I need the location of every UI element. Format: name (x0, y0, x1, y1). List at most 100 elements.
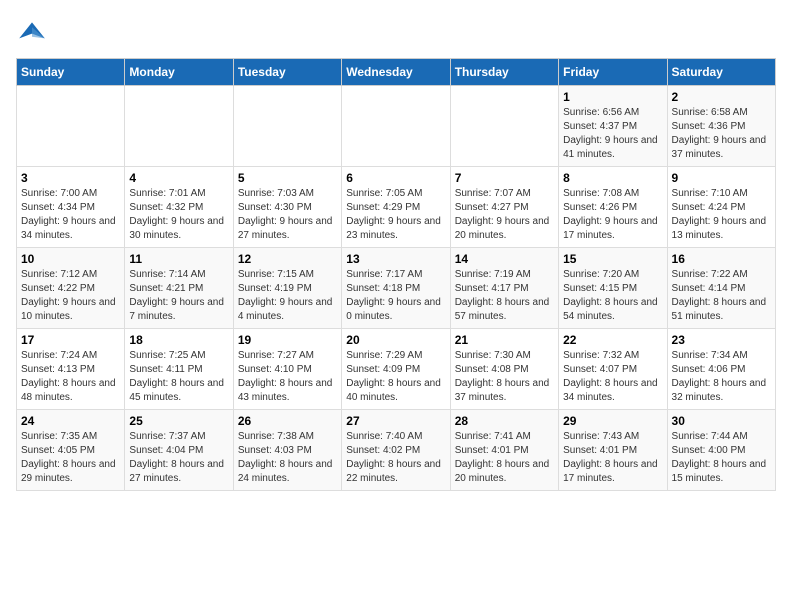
day-detail: Sunrise: 7:24 AM Sunset: 4:13 PM Dayligh… (21, 349, 120, 405)
day-number: 27 (346, 414, 445, 428)
calendar-cell: 23 Sunrise: 7:34 AM Sunset: 4:06 PM Dayli… (667, 329, 775, 410)
day-detail: Sunrise: 7:25 AM Sunset: 4:11 PM Dayligh… (129, 349, 228, 405)
day-detail: Sunrise: 7:03 AM Sunset: 4:30 PM Dayligh… (238, 187, 337, 243)
day-detail: Sunrise: 7:15 AM Sunset: 4:19 PM Dayligh… (238, 268, 337, 324)
day-number: 29 (563, 414, 662, 428)
day-number: 26 (238, 414, 337, 428)
day-detail: Sunrise: 7:43 AM Sunset: 4:01 PM Dayligh… (563, 430, 662, 486)
day-header-monday: Monday (125, 59, 233, 86)
calendar-cell: 8Sunrise: 7:08 AM Sunset: 4:26 PM Daylig… (559, 167, 667, 248)
week-row-3: 10 Sunrise: 7:12 AM Sunset: 4:22 PM Dayli… (17, 248, 776, 329)
day-number: 12 (238, 252, 337, 266)
week-row-4: 17 Sunrise: 7:24 AM Sunset: 4:13 PM Dayli… (17, 329, 776, 410)
calendar-cell: 15 Sunrise: 7:20 AM Sunset: 4:15 PM Dayli… (559, 248, 667, 329)
calendar-cell: 17 Sunrise: 7:24 AM Sunset: 4:13 PM Dayli… (17, 329, 125, 410)
calendar-cell: 24Sunrise: 7:35 AM Sunset: 4:05 PM Dayli… (17, 410, 125, 491)
calendar-cell: 26 Sunrise: 7:38 AM Sunset: 4:03 PM Dayli… (233, 410, 341, 491)
calendar-cell: 11Sunrise: 7:14 AM Sunset: 4:21 PM Dayli… (125, 248, 233, 329)
day-number: 23 (672, 333, 771, 347)
calendar-cell: 25 Sunrise: 7:37 AM Sunset: 4:04 PM Dayli… (125, 410, 233, 491)
calendar-cell: 29 Sunrise: 7:43 AM Sunset: 4:01 PM Dayli… (559, 410, 667, 491)
day-detail: Sunrise: 7:37 AM Sunset: 4:04 PM Dayligh… (129, 430, 228, 486)
day-number: 8 (563, 171, 662, 185)
day-detail: Sunrise: 7:29 AM Sunset: 4:09 PM Dayligh… (346, 349, 445, 405)
day-detail: Sunrise: 7:01 AM Sunset: 4:32 PM Dayligh… (129, 187, 228, 243)
calendar-cell: 6 Sunrise: 7:05 AM Sunset: 4:29 PM Daylig… (342, 167, 450, 248)
day-header-sunday: Sunday (17, 59, 125, 86)
day-detail: Sunrise: 7:22 AM Sunset: 4:14 PM Dayligh… (672, 268, 771, 324)
day-detail: Sunrise: 7:34 AM Sunset: 4:06 PM Dayligh… (672, 349, 771, 405)
week-row-5: 24Sunrise: 7:35 AM Sunset: 4:05 PM Dayli… (17, 410, 776, 491)
day-detail: Sunrise: 7:17 AM Sunset: 4:18 PM Dayligh… (346, 268, 445, 324)
day-number: 18 (129, 333, 228, 347)
header-row: SundayMondayTuesdayWednesdayThursdayFrid… (17, 59, 776, 86)
day-number: 10 (21, 252, 120, 266)
day-header-thursday: Thursday (450, 59, 558, 86)
day-detail: Sunrise: 7:10 AM Sunset: 4:24 PM Dayligh… (672, 187, 771, 243)
week-row-1: 1 Sunrise: 6:56 AM Sunset: 4:37 PM Daylig… (17, 86, 776, 167)
calendar-cell: 13 Sunrise: 7:17 AM Sunset: 4:18 PM Dayli… (342, 248, 450, 329)
calendar-cell: 18 Sunrise: 7:25 AM Sunset: 4:11 PM Dayli… (125, 329, 233, 410)
day-number: 3 (21, 171, 120, 185)
day-number: 25 (129, 414, 228, 428)
calendar-cell: 12 Sunrise: 7:15 AM Sunset: 4:19 PM Dayli… (233, 248, 341, 329)
calendar-cell: 14 Sunrise: 7:19 AM Sunset: 4:17 PM Dayli… (450, 248, 558, 329)
calendar-cell: 28 Sunrise: 7:41 AM Sunset: 4:01 PM Dayli… (450, 410, 558, 491)
day-number: 4 (129, 171, 228, 185)
calendar-cell (233, 86, 341, 167)
calendar-cell: 19 Sunrise: 7:27 AM Sunset: 4:10 PM Dayli… (233, 329, 341, 410)
day-detail: Sunrise: 7:20 AM Sunset: 4:15 PM Dayligh… (563, 268, 662, 324)
calendar-cell: 2Sunrise: 6:58 AM Sunset: 4:36 PM Daylig… (667, 86, 775, 167)
calendar-cell: 20 Sunrise: 7:29 AM Sunset: 4:09 PM Dayli… (342, 329, 450, 410)
logo-icon (16, 16, 48, 48)
day-header-wednesday: Wednesday (342, 59, 450, 86)
calendar-cell: 21 Sunrise: 7:30 AM Sunset: 4:08 PM Dayli… (450, 329, 558, 410)
day-number: 20 (346, 333, 445, 347)
day-number: 1 (563, 90, 662, 104)
day-number: 19 (238, 333, 337, 347)
calendar-cell: 30 Sunrise: 7:44 AM Sunset: 4:00 PM Dayli… (667, 410, 775, 491)
calendar-cell (450, 86, 558, 167)
day-detail: Sunrise: 7:27 AM Sunset: 4:10 PM Dayligh… (238, 349, 337, 405)
calendar-cell: 7 Sunrise: 7:07 AM Sunset: 4:27 PM Daylig… (450, 167, 558, 248)
day-detail: Sunrise: 7:12 AM Sunset: 4:22 PM Dayligh… (21, 268, 120, 324)
day-number: 24 (21, 414, 120, 428)
day-detail: Sunrise: 7:07 AM Sunset: 4:27 PM Dayligh… (455, 187, 554, 243)
day-number: 14 (455, 252, 554, 266)
day-number: 6 (346, 171, 445, 185)
day-number: 7 (455, 171, 554, 185)
day-number: 15 (563, 252, 662, 266)
day-detail: Sunrise: 6:56 AM Sunset: 4:37 PM Dayligh… (563, 106, 662, 162)
day-number: 13 (346, 252, 445, 266)
calendar-cell: 3Sunrise: 7:00 AM Sunset: 4:34 PM Daylig… (17, 167, 125, 248)
day-number: 22 (563, 333, 662, 347)
calendar-cell (342, 86, 450, 167)
day-number: 11 (129, 252, 228, 266)
day-detail: Sunrise: 7:19 AM Sunset: 4:17 PM Dayligh… (455, 268, 554, 324)
day-header-friday: Friday (559, 59, 667, 86)
day-number: 28 (455, 414, 554, 428)
calendar-cell (17, 86, 125, 167)
calendar-cell: 22 Sunrise: 7:32 AM Sunset: 4:07 PM Dayli… (559, 329, 667, 410)
calendar-table: SundayMondayTuesdayWednesdayThursdayFrid… (16, 58, 776, 491)
day-number: 21 (455, 333, 554, 347)
day-detail: Sunrise: 7:30 AM Sunset: 4:08 PM Dayligh… (455, 349, 554, 405)
day-detail: Sunrise: 7:44 AM Sunset: 4:00 PM Dayligh… (672, 430, 771, 486)
day-detail: Sunrise: 7:40 AM Sunset: 4:02 PM Dayligh… (346, 430, 445, 486)
day-detail: Sunrise: 7:38 AM Sunset: 4:03 PM Dayligh… (238, 430, 337, 486)
day-detail: Sunrise: 7:05 AM Sunset: 4:29 PM Dayligh… (346, 187, 445, 243)
day-number: 30 (672, 414, 771, 428)
day-header-saturday: Saturday (667, 59, 775, 86)
day-detail: Sunrise: 7:41 AM Sunset: 4:01 PM Dayligh… (455, 430, 554, 486)
day-number: 2 (672, 90, 771, 104)
day-number: 9 (672, 171, 771, 185)
day-detail: Sunrise: 7:32 AM Sunset: 4:07 PM Dayligh… (563, 349, 662, 405)
logo (16, 16, 52, 48)
calendar-cell: 16 Sunrise: 7:22 AM Sunset: 4:14 PM Dayli… (667, 248, 775, 329)
calendar-cell: 5Sunrise: 7:03 AM Sunset: 4:30 PM Daylig… (233, 167, 341, 248)
day-number: 16 (672, 252, 771, 266)
calendar-cell: 1 Sunrise: 6:56 AM Sunset: 4:37 PM Daylig… (559, 86, 667, 167)
calendar-cell: 27 Sunrise: 7:40 AM Sunset: 4:02 PM Dayli… (342, 410, 450, 491)
header (16, 16, 776, 48)
day-number: 17 (21, 333, 120, 347)
